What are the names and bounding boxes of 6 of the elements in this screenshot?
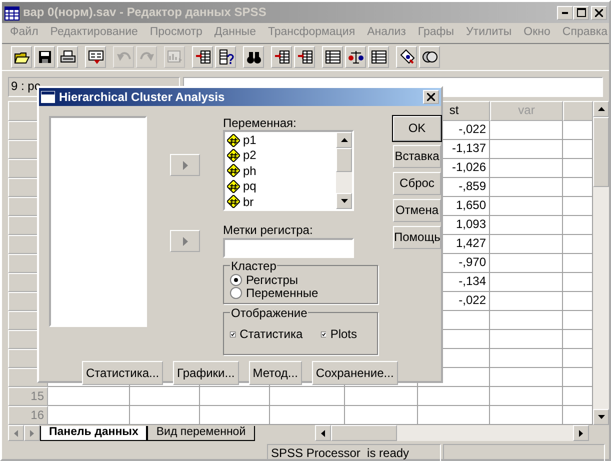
field-label: Переменная: xyxy=(223,116,298,130)
group-title: Отображение xyxy=(230,306,308,320)
group-title: Кластер xyxy=(230,258,278,273)
window-title: вар 0(норм).sav - Редактор данных SPSS xyxy=(23,5,266,20)
status-text: SPSS Processor is ready xyxy=(267,444,441,461)
field-label: Метки регистра: xyxy=(223,223,314,238)
